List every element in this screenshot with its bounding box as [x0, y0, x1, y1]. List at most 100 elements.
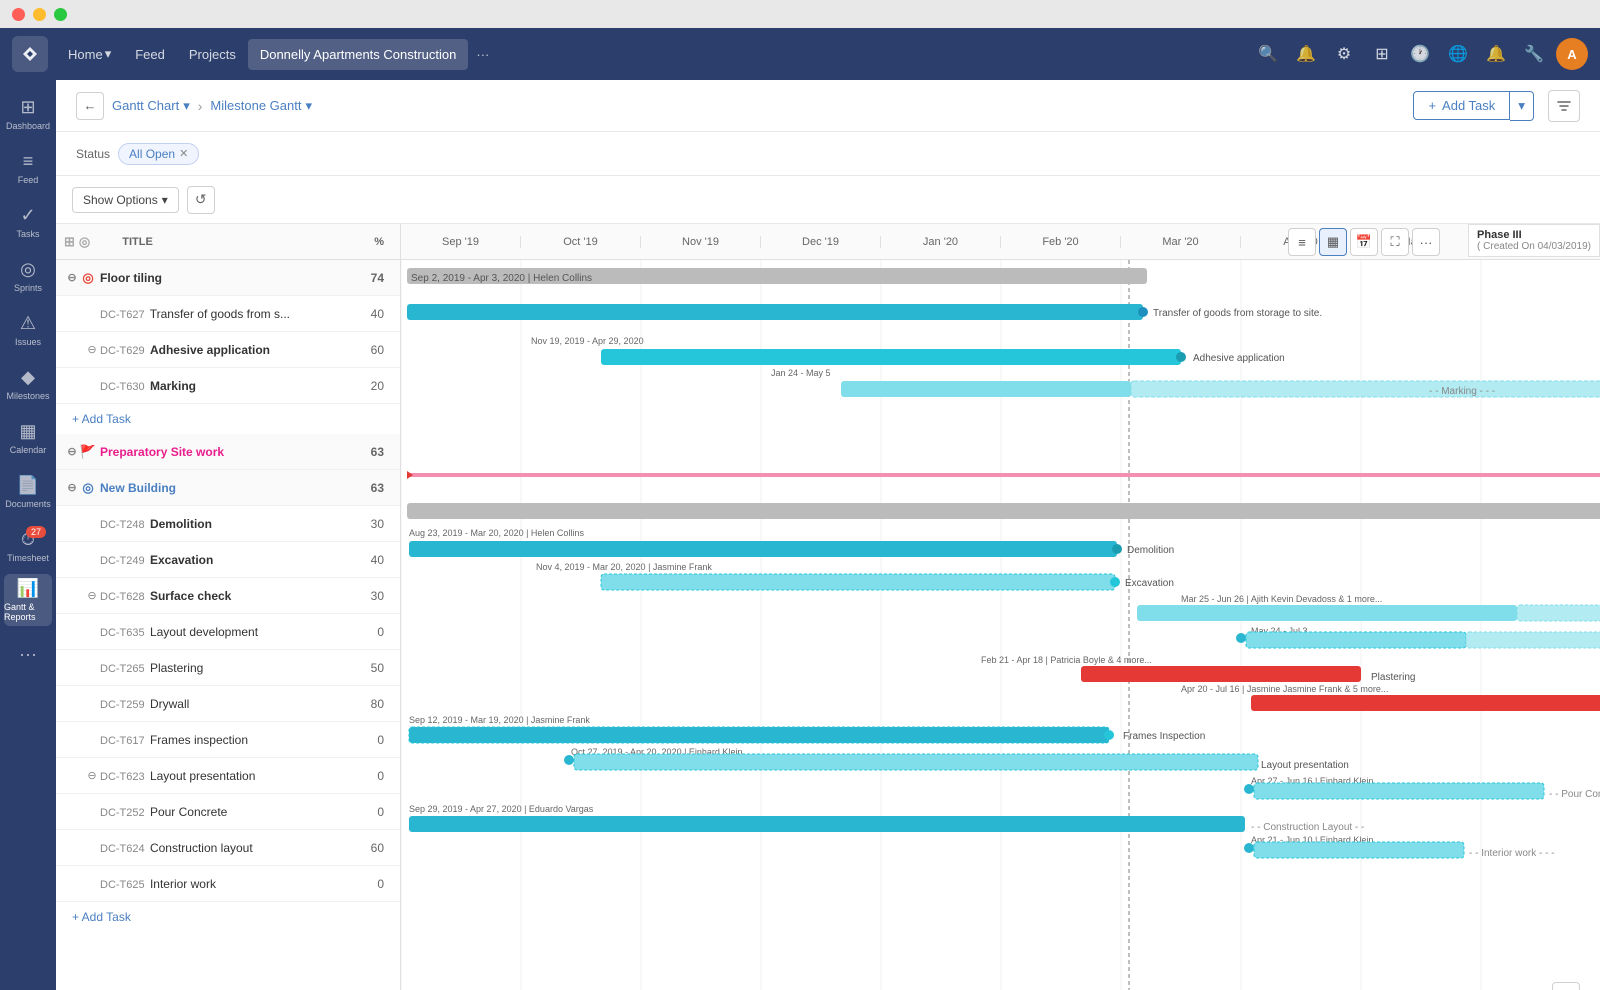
gantt-list-view-btn[interactable]: ≡	[1288, 228, 1316, 256]
sidebar-label-milestones: Milestones	[6, 391, 49, 401]
expand-dc-t629[interactable]: ⊖	[84, 342, 100, 358]
nav-home[interactable]: Home ▾	[56, 38, 123, 70]
gantt-calendar-view-btn[interactable]: 📅	[1350, 228, 1378, 256]
nav-projects[interactable]: Projects	[177, 39, 248, 70]
bar-pour-concrete[interactable]	[1254, 783, 1544, 799]
task-name-dc-t265: DC-T265 Plastering	[100, 661, 352, 675]
gantt-chart-link[interactable]: Gantt Chart ▾	[112, 98, 190, 114]
filter-button[interactable]	[1548, 90, 1580, 122]
nav-feed[interactable]: Feed	[123, 39, 177, 70]
globe-icon[interactable]: 🌐	[1442, 38, 1474, 70]
bar-marking[interactable]	[841, 381, 1131, 397]
svg-text:Nov 19, 2019 - Apr 29, 2020: Nov 19, 2019 - Apr 29, 2020	[531, 336, 644, 346]
bar-layout-dev[interactable]	[1246, 632, 1466, 648]
add-task-new-building[interactable]: + Add Task	[56, 902, 400, 932]
task-pct-dc-t630: 20	[352, 379, 392, 393]
sidebar-item-gantt[interactable]: 📊 Gantt & Reports	[4, 574, 52, 626]
add-task-dropdown-btn[interactable]: ▾	[1510, 91, 1534, 121]
refresh-button[interactable]: ↺	[187, 186, 215, 214]
expand-floor-tiling[interactable]: ⊖	[64, 270, 80, 286]
task-list: ⊞ ◎ TITLE % ⊖ ◎ Floor tiling 74 DC-T627 …	[56, 224, 401, 990]
task-pct-dc-t627: 40	[352, 307, 392, 321]
task-row-dc-t617[interactable]: DC-T617 Frames inspection 0	[56, 722, 400, 758]
add-task-button[interactable]: + Add Task	[1413, 91, 1510, 120]
task-row-dc-t628[interactable]: ⊖ DC-T628 Surface check 30	[56, 578, 400, 614]
task-row-dc-t625[interactable]: DC-T625 Interior work 0	[56, 866, 400, 902]
maximize-btn[interactable]	[54, 8, 67, 21]
zoom-in-button[interactable]: +	[1552, 982, 1580, 990]
bar-drywall[interactable]	[1251, 695, 1600, 711]
task-name-dc-t627: DC-T627 Transfer of goods from s...	[100, 307, 352, 321]
status-tag-all-open[interactable]: All Open ✕	[118, 143, 199, 165]
app-logo[interactable]	[12, 36, 48, 72]
search-icon[interactable]: 🔍	[1252, 38, 1284, 70]
nav-more[interactable]: ···	[468, 39, 497, 70]
settings-icon[interactable]: ⚙	[1328, 38, 1360, 70]
bar-demolition[interactable]	[409, 541, 1117, 557]
svg-text:Feb 21 - Apr 18 | Patricia Boy: Feb 21 - Apr 18 | Patricia Boyle & 4 mor…	[981, 655, 1152, 665]
task-row-dc-t265[interactable]: DC-T265 Plastering 50	[56, 650, 400, 686]
task-row-dc-t249[interactable]: DC-T249 Excavation 40	[56, 542, 400, 578]
sidebar-item-more[interactable]: ···	[4, 628, 52, 680]
bar-surface-check-ext	[1517, 605, 1600, 621]
expand-new-building[interactable]: ⊖	[64, 480, 80, 496]
bar-excavation[interactable]	[601, 574, 1115, 590]
task-row-dc-t252[interactable]: DC-T252 Pour Concrete 0	[56, 794, 400, 830]
expand-dc-t628[interactable]: ⊖	[84, 588, 100, 604]
sidebar-label-timesheet: Timesheet	[7, 553, 49, 563]
task-row-dc-t630[interactable]: DC-T630 Marking 20	[56, 368, 400, 404]
clock-icon[interactable]: 🕐	[1404, 38, 1436, 70]
expand-dc-t623[interactable]: ⊖	[84, 768, 100, 784]
task-row-dc-t627[interactable]: DC-T627 Transfer of goods from s... 40	[56, 296, 400, 332]
sidebar-item-tasks[interactable]: ✓ Tasks	[4, 196, 52, 248]
tool-icon[interactable]: 🔧	[1518, 38, 1550, 70]
gantt-more-btn[interactable]: ···	[1412, 228, 1440, 256]
bar-plastering[interactable]	[1081, 666, 1361, 682]
back-button[interactable]: ←	[76, 92, 104, 120]
notification-icon[interactable]: 🔔	[1290, 38, 1322, 70]
gantt-bar-view-btn[interactable]: ▦	[1319, 228, 1347, 256]
task-row-dc-t629[interactable]: ⊖ DC-T629 Adhesive application 60	[56, 332, 400, 368]
group-row-floor-tiling[interactable]: ⊖ ◎ Floor tiling 74	[56, 260, 400, 296]
task-row-dc-t259[interactable]: DC-T259 Drywall 80	[56, 686, 400, 722]
close-btn[interactable]	[12, 8, 25, 21]
main-layout: ⊞ Dashboard ≡ Feed ✓ Tasks ◎ Sprints ⚠ I…	[0, 80, 1600, 990]
bar-frames-inspection[interactable]	[409, 727, 1109, 743]
sidebar-item-issues[interactable]: ⚠ Issues	[4, 304, 52, 356]
bar-surface-check[interactable]	[1137, 605, 1517, 621]
bell-icon[interactable]: 🔔	[1480, 38, 1512, 70]
expand-preparatory[interactable]: ⊖	[64, 444, 80, 460]
status-tag-close-icon[interactable]: ✕	[179, 147, 188, 160]
bar-transfer-of-goods[interactable]	[407, 304, 1143, 320]
user-avatar[interactable]: A	[1556, 38, 1588, 70]
grid-icon[interactable]: ⊞	[1366, 38, 1398, 70]
gantt-chart[interactable]: Sep '19 Oct '19 Nov '19 Dec '19 Jan '20 …	[401, 224, 1600, 990]
sidebar-item-feed[interactable]: ≡ Feed	[4, 142, 52, 194]
task-row-dc-t623[interactable]: ⊖ DC-T623 Layout presentation 0	[56, 758, 400, 794]
sidebar-item-documents[interactable]: 📄 Documents	[4, 466, 52, 518]
nav-project-tab[interactable]: Donnelly Apartments Construction	[248, 39, 469, 70]
task-list-header: ⊞ ◎ TITLE %	[56, 224, 400, 260]
group-pct-new-building: 63	[352, 481, 392, 495]
task-row-dc-t635[interactable]: DC-T635 Layout development 0	[56, 614, 400, 650]
sidebar-item-sprints[interactable]: ◎ Sprints	[4, 250, 52, 302]
minimize-btn[interactable]	[33, 8, 46, 21]
gantt-fullscreen-btn[interactable]: ⛶	[1381, 228, 1409, 256]
sidebar-item-dashboard[interactable]: ⊞ Dashboard	[4, 88, 52, 140]
expand-dc-t248	[84, 516, 100, 532]
group-row-preparatory[interactable]: ⊖ 🚩 Preparatory Site work 63	[56, 434, 400, 470]
sidebar-item-milestones[interactable]: ◆ Milestones	[4, 358, 52, 410]
task-row-dc-t248[interactable]: DC-T248 Demolition 30	[56, 506, 400, 542]
group-row-new-building[interactable]: ⊖ ◎ New Building 63	[56, 470, 400, 506]
add-task-floor-tiling[interactable]: + Add Task	[56, 404, 400, 434]
task-row-dc-t624[interactable]: DC-T624 Construction layout 60	[56, 830, 400, 866]
milestone-gantt-link[interactable]: Milestone Gantt ▾	[210, 98, 312, 114]
sidebar-item-calendar[interactable]: ▦ Calendar	[4, 412, 52, 464]
bar-interior-work[interactable]	[1254, 842, 1464, 858]
bar-adhesive-app[interactable]	[601, 349, 1181, 365]
bar-construction-layout[interactable]	[409, 816, 1245, 832]
toolbar: Show Options ▾ ↺	[56, 176, 1600, 224]
sidebar-item-timesheet[interactable]: ⏱ Timesheet 27	[4, 520, 52, 572]
show-options-button[interactable]: Show Options ▾	[72, 187, 179, 213]
bar-layout-presentation[interactable]	[574, 754, 1258, 770]
